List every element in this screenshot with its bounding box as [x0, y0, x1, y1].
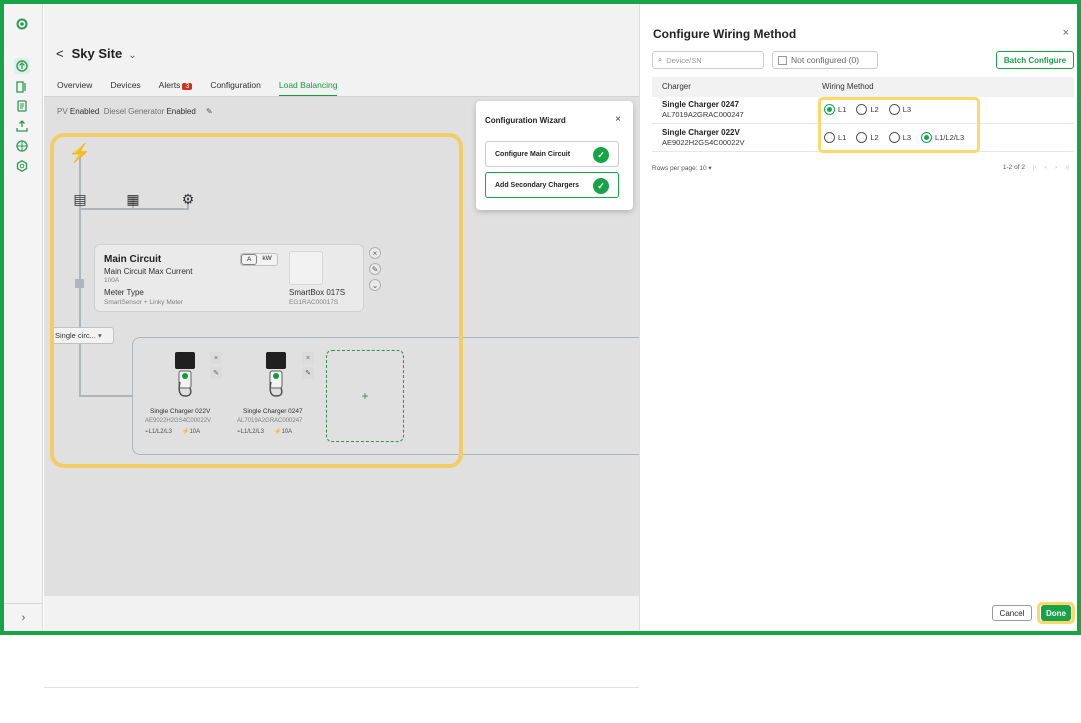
rows-per-page-value: 10: [699, 165, 707, 172]
tab-overview[interactable]: Overview: [57, 80, 92, 97]
overview-icon[interactable]: [14, 58, 30, 74]
upload-icon[interactable]: [14, 118, 30, 134]
wizard-step-main-circuit[interactable]: Configure Main Circuit ✓: [485, 141, 619, 167]
checkbox-icon: [778, 55, 787, 65]
pv-value: Enabled: [69, 107, 100, 116]
panel-close-icon[interactable]: ×: [1063, 27, 1069, 39]
tab-configuration[interactable]: Configuration: [210, 80, 261, 97]
chevron-right-icon: ›: [21, 611, 26, 624]
highlight-topology: [50, 133, 463, 468]
tab-alerts-label: Alerts: [158, 80, 181, 90]
tab-load-balancing[interactable]: Load Balancing: [278, 80, 338, 97]
charger-sn: AL7019A2GRAC000247: [662, 110, 744, 119]
search-icon: ⌕: [658, 55, 663, 64]
tab-alerts[interactable]: Alerts 3: [159, 80, 193, 97]
site-title: < Sky Site ⌄: [56, 46, 137, 61]
batch-configure-button[interactable]: Batch Configure: [996, 51, 1074, 69]
diesel-value: Enabled: [166, 107, 196, 116]
not-configured-filter-checkbox[interactable]: Not configured (0): [772, 51, 878, 69]
left-nav-rail: ›: [4, 4, 43, 631]
tab-devices[interactable]: Devices: [110, 80, 140, 97]
prev-page-icon[interactable]: ‹: [1045, 164, 1047, 171]
wizard-step-secondary-chargers[interactable]: Add Secondary Chargers ✓: [485, 172, 619, 198]
search-input[interactable]: ⌕ Device/SN: [652, 51, 764, 69]
configuration-wizard: Configuration Wizard × Configure Main Ci…: [476, 101, 633, 210]
energy-sources-status: PV Enabled Diesel Generator Enabled ✎: [57, 107, 213, 116]
wizard-title: Configuration Wizard: [485, 116, 566, 125]
wizard-close-icon[interactable]: ×: [615, 114, 621, 125]
rows-per-page: Rows per page: 10 ▾: [652, 164, 712, 172]
site-dropdown-chevron-icon[interactable]: ⌄: [128, 50, 136, 61]
table-header: Charger Wiring Method: [652, 77, 1074, 97]
wizard-step-2-label: Add Secondary Chargers: [495, 181, 580, 189]
settings-icon[interactable]: [14, 158, 30, 174]
done-button[interactable]: Done: [1041, 605, 1071, 621]
pagination: 1-2 of 2 |‹ ‹ › ›|: [1003, 164, 1069, 171]
diesel-label: Diesel Generator: [103, 107, 165, 116]
charger-name: Single Charger 022V: [662, 128, 740, 137]
pagination-range: 1-2 of 2: [1002, 164, 1025, 171]
check-icon: ✓: [593, 147, 609, 163]
first-page-icon[interactable]: |‹: [1033, 164, 1037, 171]
site-name[interactable]: Sky Site: [72, 46, 123, 61]
panel-title: Configure Wiring Method: [653, 27, 797, 41]
search-placeholder: Device/SN: [666, 55, 702, 65]
devices-icon[interactable]: [14, 79, 30, 95]
expand-rail-button[interactable]: ›: [4, 603, 43, 631]
site-tabs: Overview Devices Alerts 3 Configuration L…: [57, 80, 338, 97]
column-charger: Charger: [662, 82, 691, 91]
canvas-footer: [44, 687, 639, 723]
cancel-button[interactable]: Cancel: [992, 605, 1032, 621]
check-icon: ✓: [593, 178, 609, 194]
app-logo-gear-icon[interactable]: [14, 16, 30, 32]
globe-icon[interactable]: [14, 138, 30, 154]
highlight-wiring-options: [818, 97, 980, 153]
filter-label: Not configured (0): [791, 55, 860, 65]
rows-per-page-label: Rows per page:: [652, 165, 698, 172]
back-button[interactable]: <: [56, 46, 64, 61]
column-wiring-method: Wiring Method: [822, 82, 874, 91]
pv-label: PV: [57, 107, 68, 116]
document-icon[interactable]: [14, 98, 30, 114]
last-page-icon[interactable]: ›|: [1065, 164, 1069, 171]
charger-sn: AE9022H2GS4C00022V: [662, 138, 745, 147]
next-page-icon[interactable]: ›: [1055, 164, 1057, 171]
main-content: < Sky Site ⌄ Overview Devices Alerts 3 Conf…: [44, 4, 652, 723]
rows-per-page-select[interactable]: 10 ▾: [699, 165, 711, 172]
configure-wiring-panel: Configure Wiring Method × ⌕ Device/SN No…: [639, 4, 1077, 631]
alerts-count-badge: 3: [182, 83, 193, 90]
wizard-step-1-label: Configure Main Circuit: [495, 150, 571, 158]
pencil-icon[interactable]: ✎: [206, 107, 213, 116]
charger-name: Single Charger 0247: [662, 100, 739, 109]
